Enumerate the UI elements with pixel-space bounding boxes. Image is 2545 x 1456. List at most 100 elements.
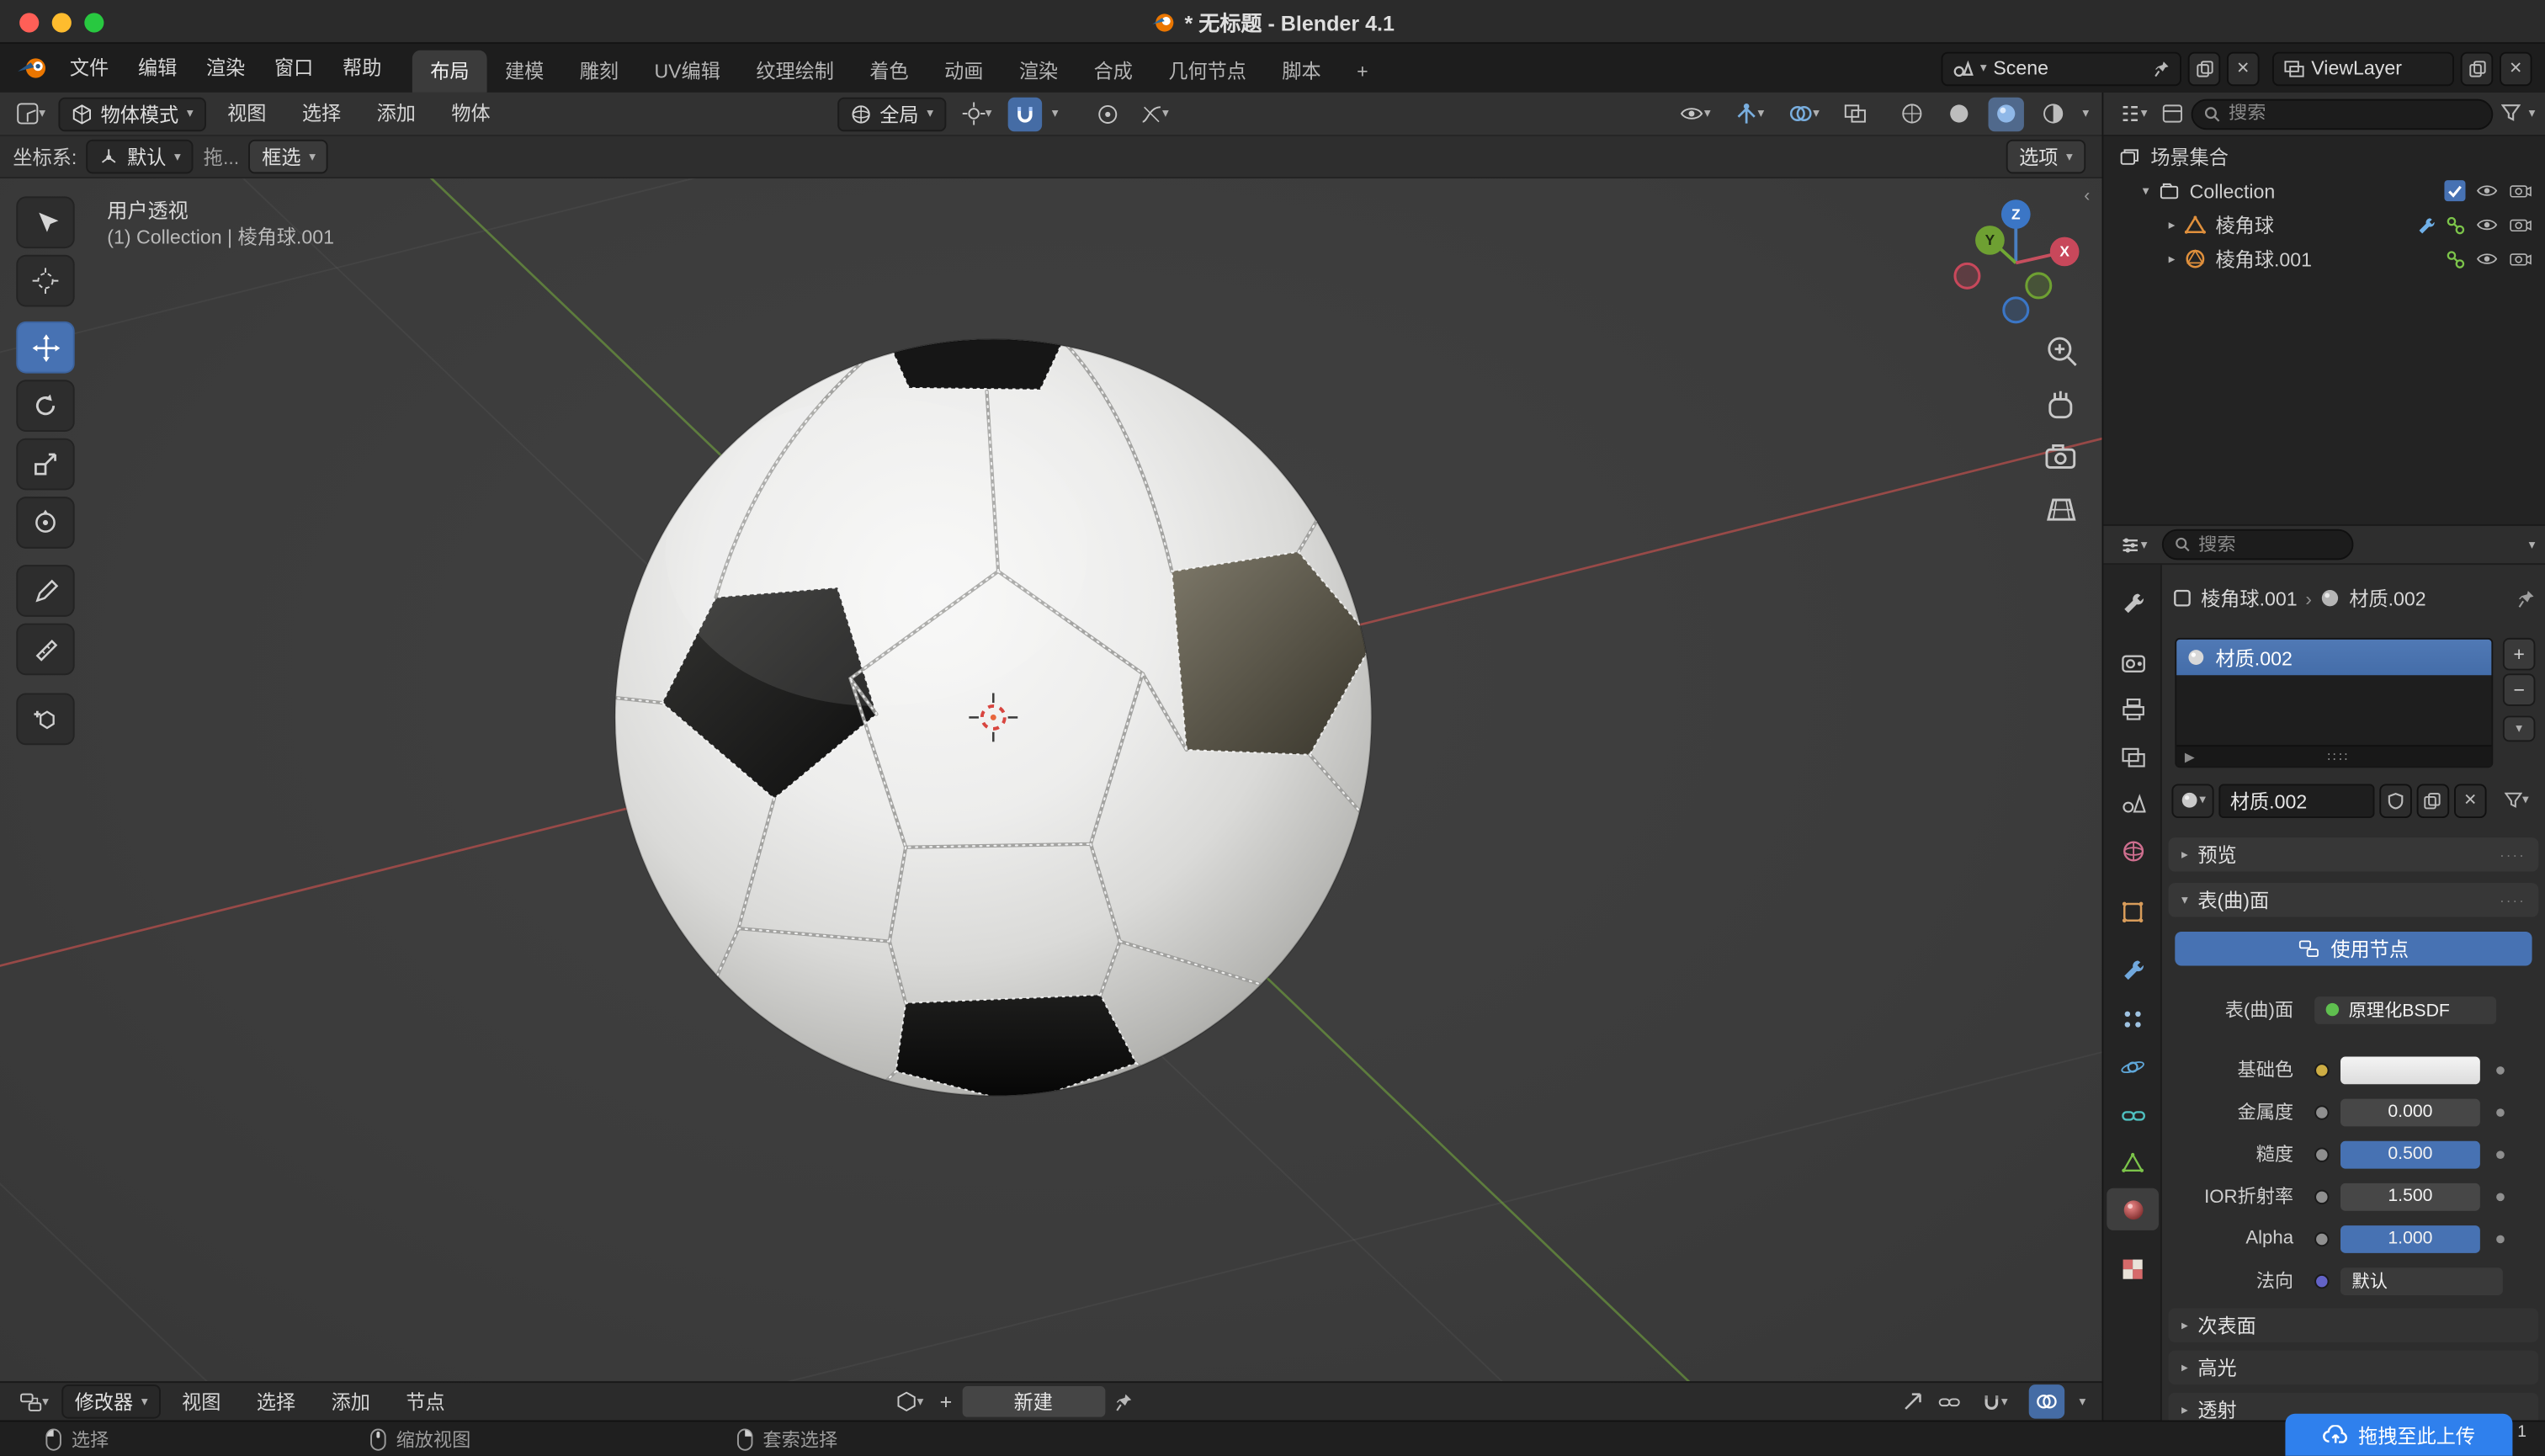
outliner-row-object1[interactable]: ▸ 棱角球 [2103, 208, 2545, 242]
collapse-arrow-icon[interactable]: ▸ [2169, 218, 2176, 231]
tool-select-box[interactable] [16, 196, 74, 248]
tab-modifiers-icon[interactable] [2107, 948, 2159, 990]
tab-render-icon[interactable] [2107, 641, 2159, 683]
expand-arrow-icon[interactable]: ▶ [2185, 749, 2195, 763]
workspace-tab-sculpt[interactable]: 雕刻 [561, 50, 636, 93]
tool-cursor[interactable] [16, 255, 74, 307]
zoom-view-button[interactable] [2049, 338, 2076, 365]
close-window-button[interactable] [19, 12, 39, 31]
tab-constraints-icon[interactable] [2107, 1094, 2159, 1136]
outliner-row-object2[interactable]: ▸ 棱角球.001 [2103, 242, 2545, 275]
parent-arrow-icon[interactable] [1902, 1391, 1923, 1412]
shading-rendered-button[interactable] [2035, 97, 2070, 130]
tool-annotate[interactable] [16, 565, 74, 617]
workspace-tab-rendering[interactable]: 渲染 [1002, 50, 1076, 93]
tool-rotate[interactable] [16, 380, 74, 432]
workspace-tab-uv[interactable]: UV编辑 [636, 50, 738, 93]
workspace-tab-animation[interactable]: 动画 [927, 50, 1002, 93]
proportional-falloff-button[interactable]: ▾ [1134, 97, 1175, 130]
show-gizmo-dropdown[interactable]: ▾ [1673, 97, 1717, 130]
blender-logo[interactable] [16, 56, 49, 82]
gizmo-minus-x-axis[interactable] [1955, 263, 1979, 288]
coord-preset-selector[interactable]: 默认 ▾ [87, 140, 194, 174]
menu-window[interactable]: 窗口 [260, 50, 328, 86]
metallic-slider[interactable]: 0.000 [2340, 1098, 2480, 1126]
node-menu-node[interactable]: 节点 [391, 1384, 460, 1419]
surface-shader-dropdown[interactable]: 原理化BSDF [2314, 996, 2496, 1023]
material-specials-menu[interactable]: ▾ [2503, 715, 2536, 741]
viewport-menu-object[interactable]: 物体 [437, 96, 505, 131]
disable-render-camera-icon[interactable] [2510, 215, 2532, 233]
remove-material-slot-button[interactable]: − [2503, 673, 2536, 706]
material-slot-active[interactable]: 材质.002 [2176, 640, 2491, 675]
shading-wireframe-button[interactable] [1894, 97, 1930, 130]
pin-icon[interactable] [2154, 59, 2170, 77]
workspace-tab-compositing[interactable]: 合成 [1076, 50, 1150, 93]
workspace-tab-scripting[interactable]: 脚本 [1264, 50, 1339, 93]
workspace-tab-layout[interactable]: 布局 [412, 50, 487, 93]
material-context-filter[interactable]: ▾ [2498, 784, 2535, 817]
options-dropdown[interactable]: 选项 ▾ [2006, 140, 2086, 174]
node-menu-add[interactable]: 添加 [316, 1384, 385, 1419]
keyframe-decorator[interactable] [2496, 1150, 2505, 1158]
material-name-field[interactable]: 材质.002 [2218, 784, 2374, 817]
shading-settings-chevron[interactable]: ▾ [2082, 107, 2089, 120]
keyframe-decorator[interactable] [2496, 1235, 2505, 1243]
properties-search[interactable] [2162, 529, 2354, 561]
expand-arrow-icon[interactable]: ▾ [2143, 184, 2149, 197]
viewport-canvas[interactable]: Z Y X [0, 178, 2101, 1381]
tool-scale[interactable] [16, 438, 74, 491]
tab-world-icon[interactable] [2107, 829, 2159, 871]
material-slot-list[interactable]: 材质.002 ▶ ∷∷ [2175, 638, 2493, 768]
filter-chevron[interactable]: ▾ [2529, 107, 2536, 120]
properties-options-chevron[interactable]: ▾ [2529, 538, 2536, 550]
minimize-window-button[interactable] [52, 12, 72, 31]
node-tree-browse-button[interactable]: ▾ [890, 1384, 930, 1419]
transform-orientation-selector[interactable]: 全局 ▾ [837, 97, 946, 130]
outliner-row-scene-collection[interactable]: 场景集合 [2103, 140, 2545, 174]
new-viewlayer-button[interactable] [2461, 51, 2494, 85]
node-menu-select[interactable]: 选择 [242, 1384, 310, 1419]
breadcrumb-material[interactable]: 材质.002 [2349, 584, 2425, 612]
hide-eye-icon[interactable] [2475, 182, 2500, 199]
properties-search-input[interactable] [2198, 534, 2340, 554]
unlink-material-button[interactable]: ✕ [2454, 784, 2487, 817]
new-scene-button[interactable] [2188, 51, 2221, 85]
panel-surface[interactable]: ▾ 表(曲)面 ···· [2169, 883, 2539, 917]
pin-icon[interactable] [2517, 588, 2535, 608]
disable-render-camera-icon[interactable] [2510, 250, 2532, 268]
tab-tool-icon[interactable] [2107, 581, 2159, 623]
properties-editor-type-button[interactable]: ▾ [2113, 528, 2154, 562]
shading-material-button[interactable] [1988, 97, 2023, 130]
filter-funnel-icon[interactable] [2501, 104, 2521, 123]
roughness-slider[interactable]: 0.500 [2340, 1140, 2480, 1168]
viewlayer-selector[interactable]: ViewLayer [2272, 51, 2454, 85]
outliner-editor-type-button[interactable]: ▾ [2113, 97, 2154, 130]
tab-physics-icon[interactable] [2107, 1045, 2159, 1087]
snap-target-button[interactable]: ▾ [956, 97, 998, 130]
viewport-menu-view[interactable]: 视图 [213, 96, 281, 131]
node-overlay-chevron[interactable]: ▾ [2079, 1395, 2085, 1408]
outliner-display-mode-icon[interactable] [2162, 104, 2183, 123]
overlays-toggle[interactable]: ▾ [1783, 97, 1826, 130]
tab-view-layer-icon[interactable] [2107, 736, 2159, 778]
navigation-gizmo[interactable]: Z Y X [1955, 199, 2080, 322]
new-node-tree-plus[interactable]: + [940, 1390, 953, 1414]
tab-material-icon[interactable] [2107, 1188, 2159, 1230]
mode-selector[interactable]: 物体模式 ▾ [58, 97, 206, 130]
link-chain-icon[interactable] [1938, 1394, 1961, 1410]
tab-particles-icon[interactable] [2107, 998, 2159, 1040]
tab-object-icon[interactable] [2107, 891, 2159, 933]
delete-viewlayer-button[interactable]: ✕ [2500, 51, 2532, 85]
menu-help[interactable]: 帮助 [328, 50, 396, 86]
keyframe-decorator[interactable] [2496, 1065, 2505, 1074]
workspace-tab-shading[interactable]: 着色 [852, 50, 927, 93]
fake-user-button[interactable] [2379, 784, 2412, 817]
disable-render-camera-icon[interactable] [2510, 182, 2532, 199]
tab-texture-icon[interactable] [2107, 1248, 2159, 1290]
panel-preview[interactable]: ▸ 预览 ···· [2169, 837, 2539, 871]
keyframe-decorator[interactable] [2496, 1108, 2505, 1116]
node-menu-view[interactable]: 视图 [167, 1384, 236, 1419]
node-editor-type-button[interactable]: ▾ [13, 1384, 55, 1419]
soccer-ball-object[interactable] [615, 327, 1393, 1148]
